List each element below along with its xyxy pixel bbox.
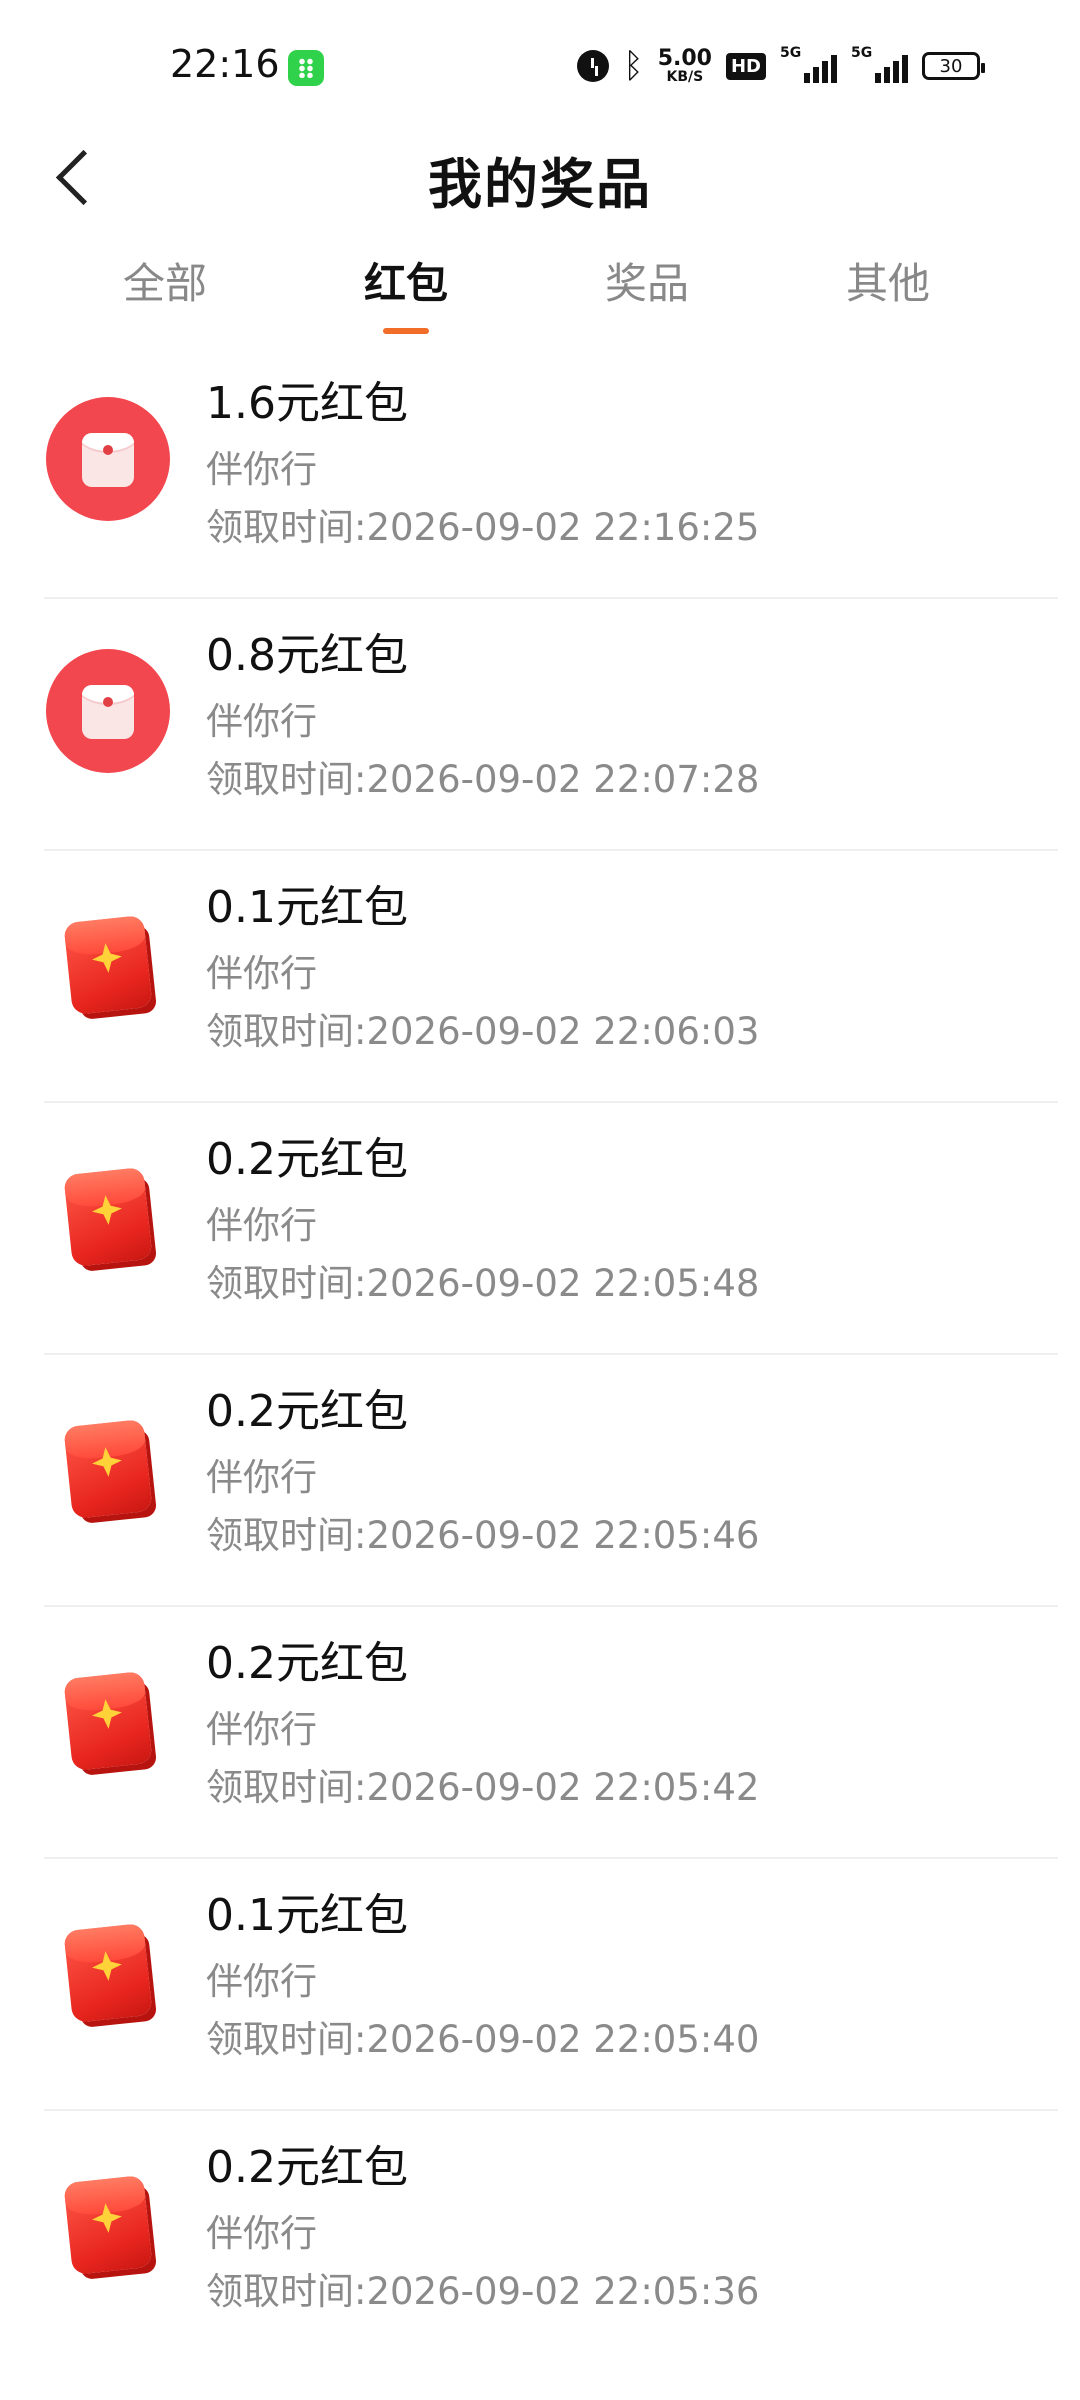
battery-icon: 30 [922,52,985,80]
network-speed-unit: KB/S [666,69,704,85]
item-source: 伴你行 [206,700,317,743]
signal-icon: 5G [780,45,837,83]
bluetooth-icon: ᛒ [623,46,644,86]
item-source: 伴你行 [206,448,317,491]
item-title: 0.2元红包 [206,1638,408,1689]
item-time: 领取时间:2026-09-02 22:07:28 [206,758,760,801]
item-title: 0.2元红包 [206,1386,408,1437]
item-time: 领取时间:2026-09-02 22:05:40 [206,2018,760,2061]
item-source: 伴你行 [206,1204,317,1247]
list-item[interactable]: 0.1元红包 伴你行 领取时间:2026-09-02 22:06:03 [0,849,1080,1101]
nav-bar: 我的奖品 [0,130,1080,250]
red-envelope-icon [46,1153,170,1277]
item-source: 伴你行 [206,1456,317,1499]
red-envelope-icon [46,1909,170,2033]
list-item[interactable]: 0.1元红包 伴你行 领取时间:2026-09-02 22:05:40 [0,1857,1080,2109]
item-time: 领取时间:2026-09-02 22:05:46 [206,1514,760,1557]
prize-list: 1.6元红包 伴你行 领取时间:2026-09-02 22:16:25 0.8元… [0,345,1080,2361]
page-title: 我的奖品 [428,153,652,216]
item-title: 0.2元红包 [206,2142,408,2193]
list-item[interactable]: 0.2元红包 伴你行 领取时间:2026-09-02 22:05:48 [0,1101,1080,1353]
list-item[interactable]: 0.2元红包 伴你行 领取时间:2026-09-02 22:05:46 [0,1353,1080,1605]
network-speed: 5.00 KB/S [657,46,712,85]
red-envelope-icon [46,901,170,1025]
tab-prizes[interactable]: 奖品 [547,250,747,311]
round-red-envelope-icon [46,397,170,521]
item-source: 伴你行 [206,952,317,995]
red-envelope-icon [46,2161,170,2285]
item-title: 0.8元红包 [206,630,408,681]
red-envelope-icon [46,1657,170,1781]
item-title: 0.1元红包 [206,882,408,933]
signal-label: 5G [780,45,802,61]
app-badge-icon [288,50,324,86]
item-title: 1.6元红包 [206,378,408,429]
list-item[interactable]: 1.6元红包 伴你行 领取时间:2026-09-02 22:16:25 [0,345,1080,597]
item-time: 领取时间:2026-09-02 22:05:48 [206,1262,760,1305]
item-source: 伴你行 [206,2212,317,2255]
status-bar: 22:16 ᛒ 5.00 KB/S HD 5G 5G 30 [0,0,1080,130]
item-source: 伴你行 [206,1708,317,1751]
alarm-icon [577,50,610,82]
item-time: 领取时间:2026-09-02 22:05:36 [206,2270,760,2313]
network-speed-value: 5.00 [657,46,712,71]
tab-other[interactable]: 其他 [788,250,988,311]
list-item[interactable]: 0.2元红包 伴你行 领取时间:2026-09-02 22:05:42 [0,1605,1080,1857]
status-time: 22:16 [170,42,280,86]
tab-all[interactable]: 全部 [65,250,265,311]
active-tab-indicator [383,328,429,334]
signal-icon: 5G [851,45,908,83]
tab-red-packet[interactable]: 红包 [306,250,506,311]
signal-label: 5G [851,45,873,61]
item-time: 领取时间:2026-09-02 22:05:42 [206,1766,760,1809]
item-time: 领取时间:2026-09-02 22:06:03 [206,1010,760,1053]
item-source: 伴你行 [206,1960,317,2003]
list-item[interactable]: 0.8元红包 伴你行 领取时间:2026-09-02 22:07:28 [0,597,1080,849]
item-title: 0.2元红包 [206,1134,408,1185]
item-time: 领取时间:2026-09-02 22:16:25 [206,506,760,549]
red-envelope-icon [46,1405,170,1529]
list-item[interactable]: 0.2元红包 伴你行 领取时间:2026-09-02 22:05:36 [0,2109,1080,2361]
hd-icon: HD [725,52,766,80]
item-title: 0.1元红包 [206,1890,408,1941]
tab-bar: 全部 红包 奖品 其他 [0,250,1080,340]
status-icons: ᛒ 5.00 KB/S HD 5G 5G 30 [577,44,985,88]
round-red-envelope-icon [46,649,170,773]
